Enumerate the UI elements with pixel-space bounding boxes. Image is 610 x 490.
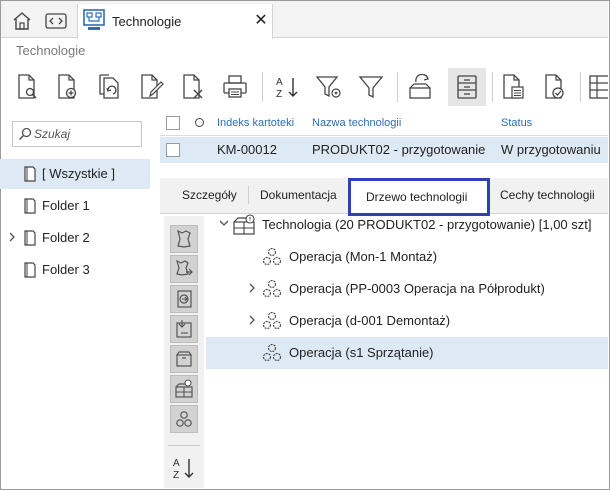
sidebar-item-label: Folder 2 xyxy=(42,230,90,245)
sidebar-item-label: Folder 3 xyxy=(42,262,90,277)
sidebar-item-folder-2[interactable]: Folder 2 xyxy=(0,223,150,253)
table-header: Indeks kartoteki Nazwa technologii Statu… xyxy=(160,110,608,136)
tree-node-label: Operacja (PP-0003 Operacja na Półprodukt… xyxy=(289,281,545,296)
chevron-right-icon[interactable] xyxy=(248,314,256,329)
toolbar-divider xyxy=(262,72,263,102)
folder-icon xyxy=(23,166,37,185)
document-check-icon[interactable] xyxy=(536,68,574,106)
search-placeholder: Szukaj xyxy=(34,127,71,141)
table-row[interactable]: KM-00012 PRODUKT02 - przygotowanie W prz… xyxy=(160,137,608,163)
tab-label: Drzewo technologii xyxy=(366,190,468,204)
chevron-right-icon[interactable] xyxy=(8,231,16,246)
svg-text:A: A xyxy=(173,458,180,469)
column-header-name[interactable]: Nazwa technologii xyxy=(312,117,401,129)
select-all-checkbox[interactable] xyxy=(166,116,180,130)
toolbar: AZ xyxy=(0,66,610,108)
tree-node-label: Operacja (Mon-1 Montaż) xyxy=(289,249,438,264)
tab-divider xyxy=(248,186,249,204)
row-checkbox[interactable] xyxy=(166,143,180,157)
tab-dokumentacja[interactable]: Dokumentacja xyxy=(260,188,337,202)
list-view-icon[interactable] xyxy=(448,68,486,106)
tree-node-label: Technologia (20 PRODUKT02 - przygotowani… xyxy=(262,217,592,232)
filter-icon[interactable] xyxy=(352,68,390,106)
split-view-icon[interactable] xyxy=(43,7,69,35)
tree-node[interactable]: Operacja (Mon-1 Montaż) xyxy=(206,241,608,273)
search-input[interactable]: Szukaj xyxy=(12,121,142,147)
sort-az-icon[interactable]: AZ xyxy=(268,68,306,106)
tree-node-label: Operacja (s1 Sprzątanie) xyxy=(289,345,434,360)
filter-settings-icon[interactable] xyxy=(310,68,348,106)
chevron-down-icon[interactable] xyxy=(218,218,230,230)
cell-index: KM-00012 xyxy=(217,142,277,157)
status-indicator-icon xyxy=(195,118,204,127)
operation-icon xyxy=(260,342,284,367)
document-list-icon[interactable] xyxy=(494,68,532,106)
side-action-bar: AZ xyxy=(164,216,204,488)
column-header-status[interactable]: Status xyxy=(501,117,532,129)
operation-icon xyxy=(260,278,284,303)
folder-icon xyxy=(23,230,37,249)
tree-node[interactable]: Operacja (s1 Sprzątanie) xyxy=(206,337,608,369)
tree-node[interactable]: Operacja (PP-0003 Operacja na Półprodukt… xyxy=(206,273,608,305)
toolbar-divider xyxy=(397,72,398,102)
tab-title: Technologie xyxy=(112,14,182,29)
sort-az-icon[interactable]: AZ xyxy=(170,454,198,482)
process-icon[interactable] xyxy=(402,68,440,106)
material-icon[interactable] xyxy=(170,225,198,253)
action-bar-divider xyxy=(168,445,200,446)
tab-szczegoly[interactable]: Szczegóły xyxy=(182,188,237,202)
svg-text:Z: Z xyxy=(173,470,179,481)
tree-node-label: Operacja (d-001 Demontaż) xyxy=(289,313,451,328)
cell-status: W przygotowaniu xyxy=(501,142,601,157)
document-preview-icon[interactable] xyxy=(8,68,46,106)
operation-icon xyxy=(260,246,284,271)
box-icon[interactable] xyxy=(170,345,198,373)
sidebar-item-label: [ Wszystkie ] xyxy=(42,166,115,181)
technology-icon[interactable] xyxy=(170,375,198,403)
print-icon[interactable] xyxy=(216,68,254,106)
breadcrumb: Technologie xyxy=(16,43,86,58)
document-edit-icon[interactable] xyxy=(132,68,170,106)
column-header-index[interactable]: Indeks kartoteki xyxy=(217,117,294,129)
operations-icon[interactable] xyxy=(170,405,198,433)
document-copy-icon[interactable] xyxy=(90,68,128,106)
technology-app-icon xyxy=(83,9,105,31)
operation-icon xyxy=(260,310,284,335)
more-actions-icon[interactable] xyxy=(586,68,608,106)
cell-name: PRODUKT02 - przygotowanie xyxy=(312,142,486,157)
tab-cechy-technologii[interactable]: Cechy technologii xyxy=(500,188,595,202)
tab-technologie[interactable]: Technologie ✕ xyxy=(77,4,273,39)
material-go-icon[interactable] xyxy=(170,255,198,283)
import-icon[interactable] xyxy=(170,285,198,313)
folder-icon xyxy=(23,262,37,281)
sidebar-item-label: Folder 1 xyxy=(42,198,90,213)
svg-text:Z: Z xyxy=(276,89,282,100)
home-icon[interactable] xyxy=(9,7,35,35)
document-add-icon[interactable] xyxy=(48,68,86,106)
toolbar-divider xyxy=(580,72,581,102)
export-icon[interactable] xyxy=(170,315,198,343)
folder-icon xyxy=(23,198,37,217)
document-delete-icon[interactable] xyxy=(174,68,212,106)
tree-node[interactable]: Operacja (d-001 Demontaż) xyxy=(206,305,608,337)
sidebar-item-all[interactable]: [ Wszystkie ] xyxy=(0,159,150,189)
toolbar-divider xyxy=(492,72,493,102)
svg-text:A: A xyxy=(276,77,283,88)
tree-root-node[interactable]: Technologia (20 PRODUKT02 - przygotowani… xyxy=(206,209,608,241)
tab-strip: Technologie ✕ xyxy=(1,1,608,39)
sidebar-item-folder-3[interactable]: Folder 3 xyxy=(0,255,150,285)
chevron-right-icon[interactable] xyxy=(248,282,256,297)
close-icon[interactable]: ✕ xyxy=(254,13,268,29)
search-icon xyxy=(18,127,32,144)
technology-icon xyxy=(232,214,258,239)
sidebar-item-folder-1[interactable]: Folder 1 xyxy=(0,191,150,221)
